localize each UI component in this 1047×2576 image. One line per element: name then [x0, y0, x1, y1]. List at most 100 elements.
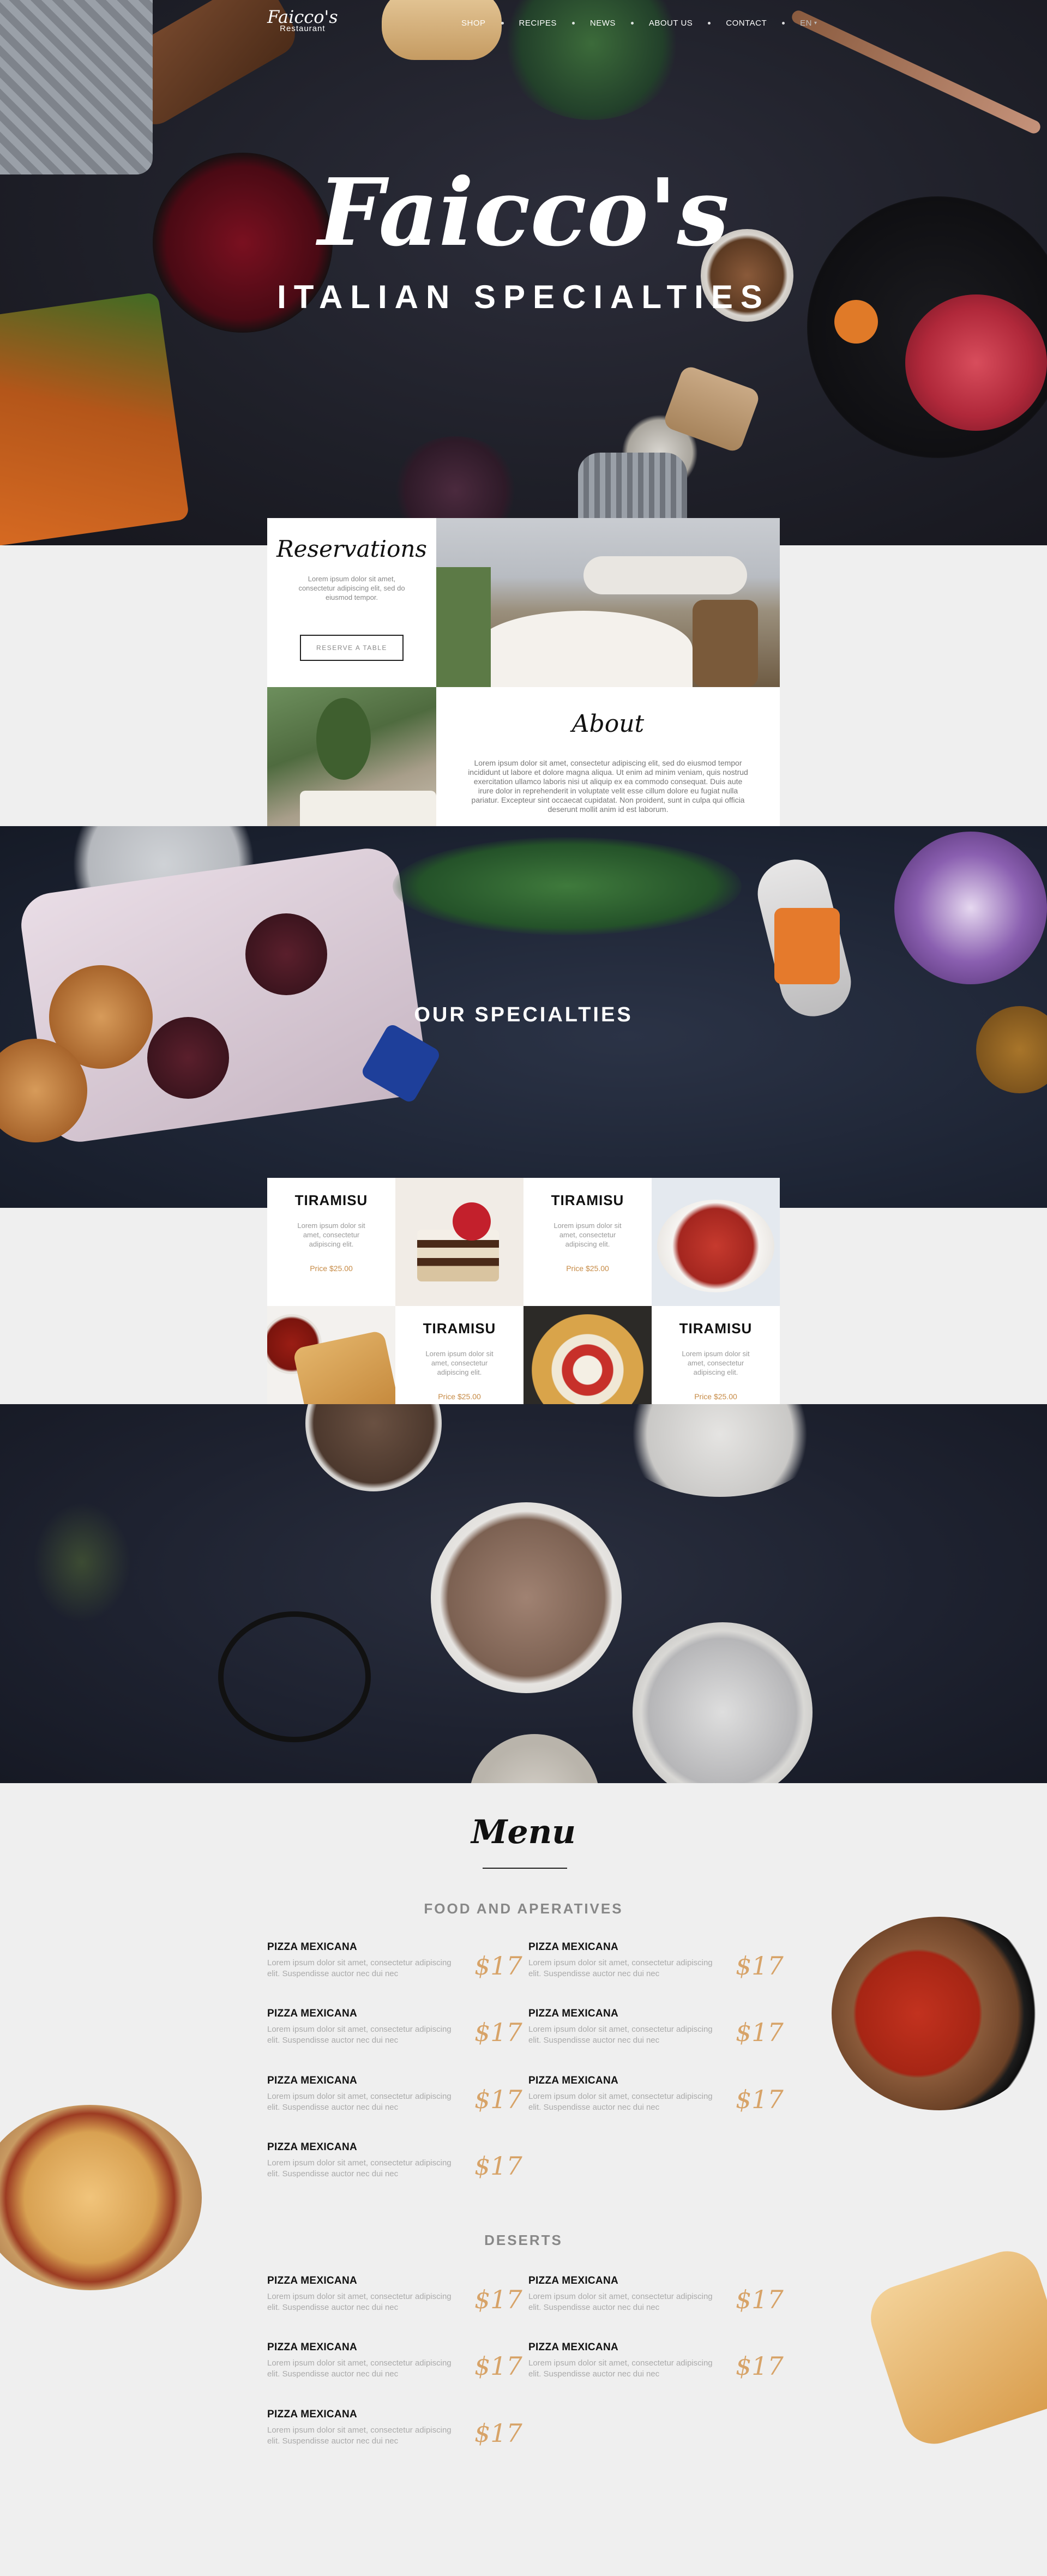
reservations-box: Reservations Lorem ipsum dolor sit amet,…	[267, 518, 436, 687]
menu-item-name: PIZZA MEXICANA	[267, 2342, 357, 2353]
language-label: EN	[800, 19, 813, 28]
pasta-photo	[652, 1178, 780, 1306]
red-cabbage-image	[894, 832, 1047, 984]
menu-item-price: $17	[474, 2285, 522, 2314]
milk-jug-image	[616, 1404, 823, 1497]
menu-item-name: PIZZA MEXICANA	[528, 1941, 618, 1953]
dish-description: Lorem ipsum dolor sit amet, consectetur …	[553, 1221, 622, 1248]
coffee-cup-image	[431, 1502, 622, 1693]
menu-item[interactable]: PIZZA MEXICANA Lorem ipsum dolor sit ame…	[267, 2409, 522, 2458]
nav-news[interactable]: NEWS	[590, 19, 616, 28]
nav-separator	[708, 22, 711, 25]
menu-item-description: Lorem ipsum dolor sit amet, consectetur …	[528, 2092, 713, 2112]
nav-recipes[interactable]: RECIPES	[519, 19, 557, 28]
dish-price: Price $25.00	[566, 1264, 609, 1273]
carrots-image	[0, 292, 190, 545]
menu-item-name: PIZZA MEXICANA	[267, 2075, 357, 2086]
logo[interactable]: Faicco's Restaurant	[267, 8, 338, 33]
menu-item-name: PIZZA MEXICANA	[528, 2275, 618, 2286]
menu-item[interactable]: PIZZA MEXICANA Lorem ipsum dolor sit ame…	[528, 2008, 784, 2057]
menu-item[interactable]: PIZZA MEXICANA Lorem ipsum dolor sit ame…	[267, 2342, 522, 2391]
menu-item-description: Lorem ipsum dolor sit amet, consectetur …	[528, 1958, 713, 1978]
menu-item-price: $17	[474, 2351, 522, 2381]
nav-contact[interactable]: CONTACT	[726, 19, 767, 28]
menu-item-description: Lorem ipsum dolor sit amet, consectetur …	[528, 2292, 713, 2312]
menu-item-name: PIZZA MEXICANA	[267, 2008, 357, 2019]
top-navigation: Faicco's Restaurant SHOP RECIPES NEWS AB…	[0, 0, 1047, 49]
menu-item[interactable]: PIZZA MEXICANA Lorem ipsum dolor sit ame…	[267, 2075, 522, 2124]
menu-item-description: Lorem ipsum dolor sit amet, consectetur …	[267, 2092, 452, 2112]
chair-image	[693, 600, 758, 687]
tables-row-image	[583, 556, 747, 594]
menu-item-description: Lorem ipsum dolor sit amet, consectetur …	[528, 2025, 713, 2045]
chevron-down-icon: ▾	[814, 20, 817, 26]
menu-item-description: Lorem ipsum dolor sit amet, consectetur …	[267, 2158, 452, 2178]
menu-item-description: Lorem ipsum dolor sit amet, consectetur …	[267, 2292, 452, 2312]
nav-separator	[501, 22, 504, 25]
about-title: About	[571, 710, 645, 738]
dish-description: Lorem ipsum dolor sit amet, consectetur …	[297, 1221, 365, 1248]
hero-title: Faicco's	[317, 158, 730, 267]
tomato-sauce-pan-image	[832, 1917, 1047, 2110]
terrace-trees-image	[316, 698, 371, 780]
menu-title: Menu	[471, 1813, 576, 1851]
scissors-image	[218, 1611, 371, 1742]
dish-price: Price $25.00	[438, 1392, 481, 1401]
beet-image	[147, 1017, 229, 1099]
pizza-board-image	[0, 2105, 202, 2290]
coffee-cup-image	[305, 1404, 442, 1491]
beet-greens-image	[393, 837, 742, 935]
language-selector[interactable]: EN ▾	[800, 19, 817, 28]
food-category-title: FOOD AND APERATIVES	[424, 1900, 623, 1917]
cup-rim-image	[469, 1734, 600, 1783]
menu-item-name: PIZZA MEXICANA	[267, 1941, 357, 1953]
menu-item-name: PIZZA MEXICANA	[267, 2141, 357, 2153]
restaurant-photo	[436, 518, 780, 687]
menu-item-description: Lorem ipsum dolor sit amet, consectetur …	[267, 2025, 452, 2045]
menu-item-name: PIZZA MEXICANA	[528, 2008, 618, 2019]
dish-name: TIRAMISU	[423, 1320, 496, 1337]
menu-item-description: Lorem ipsum dolor sit amet, consectetur …	[267, 2358, 452, 2379]
menu-item-description: Lorem ipsum dolor sit amet, consectetur …	[267, 1958, 452, 1978]
menu-item-description: Lorem ipsum dolor sit amet, consectetur …	[528, 2358, 713, 2379]
menu-item-price: $17	[736, 2285, 784, 2314]
bread-image	[862, 2242, 1047, 2453]
dish-card[interactable]: TIRAMISU Lorem ipsum dolor sit amet, con…	[524, 1178, 652, 1306]
nav-shop[interactable]: SHOP	[461, 19, 486, 28]
milk-cup-image	[633, 1622, 813, 1783]
menu-item-name: PIZZA MEXICANA	[267, 2275, 357, 2286]
specialties-title: OUR SPECIALTIES	[414, 1003, 633, 1026]
main-menu: SHOP RECIPES NEWS ABOUT US CONTACT EN ▾	[461, 19, 817, 28]
reservations-title: Reservations	[276, 535, 427, 562]
nav-about-us[interactable]: ABOUT US	[649, 19, 693, 28]
menu-item[interactable]: PIZZA MEXICANA Lorem ipsum dolor sit ame…	[528, 1941, 784, 1990]
dish-name: TIRAMISU	[679, 1320, 753, 1337]
specialties-grid: TIRAMISU Lorem ipsum dolor sit amet, con…	[267, 1178, 780, 1434]
menu-item[interactable]: PIZZA MEXICANA Lorem ipsum dolor sit ame…	[528, 2275, 784, 2324]
menu-item-description: Lorem ipsum dolor sit amet, consectetur …	[267, 2425, 452, 2446]
menu-title-underline	[483, 1868, 567, 1869]
menu-item[interactable]: PIZZA MEXICANA Lorem ipsum dolor sit ame…	[528, 2075, 784, 2124]
menu-item[interactable]: PIZZA MEXICANA Lorem ipsum dolor sit ame…	[267, 1941, 522, 1990]
menu-item-price: $17	[736, 2351, 784, 2381]
menu-item[interactable]: PIZZA MEXICANA Lorem ipsum dolor sit ame…	[267, 2008, 522, 2057]
dish-card[interactable]: TIRAMISU Lorem ipsum dolor sit amet, con…	[267, 1178, 395, 1306]
tiramisu-photo	[395, 1178, 524, 1306]
dish-description: Lorem ipsum dolor sit amet, consectetur …	[682, 1350, 750, 1376]
menu-item-price: $17	[474, 2418, 522, 2448]
menu-item-name: PIZZA MEXICANA	[267, 2409, 357, 2420]
dish-price: Price $25.00	[694, 1392, 737, 1401]
rosemary-image	[33, 1502, 131, 1622]
desserts-category-title: DESERTS	[484, 2232, 563, 2248]
menu-item[interactable]: PIZZA MEXICANA Lorem ipsum dolor sit ame…	[267, 2275, 522, 2324]
reservations-about-grid: Reservations Lorem ipsum dolor sit amet,…	[267, 518, 780, 856]
coffee-section	[0, 1404, 1047, 1783]
menu-item[interactable]: PIZZA MEXICANA Lorem ipsum dolor sit ame…	[528, 2342, 784, 2391]
menu-item-price: $17	[474, 2151, 522, 2181]
pasta-plate-image	[657, 1200, 774, 1292]
reserve-table-button[interactable]: RESERVE A TABLE	[300, 635, 404, 661]
menu-item-price: $17	[474, 1951, 522, 1981]
menu-item[interactable]: PIZZA MEXICANA Lorem ipsum dolor sit ame…	[267, 2141, 522, 2190]
table-image	[474, 611, 693, 687]
menu-item-name: PIZZA MEXICANA	[528, 2342, 618, 2353]
